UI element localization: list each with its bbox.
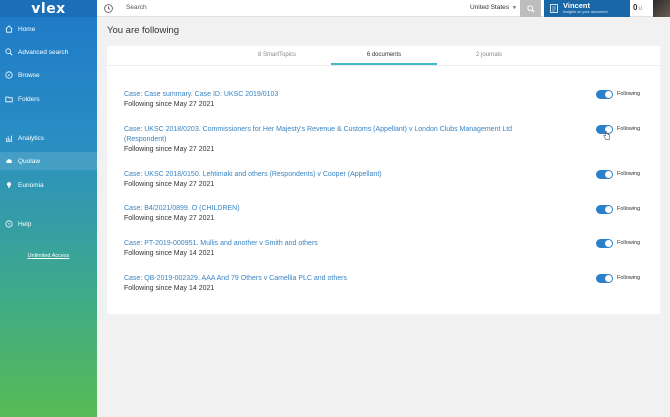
help-icon: ? <box>0 220 18 228</box>
user-menu[interactable]: Vincent Insights on your document <box>544 0 630 17</box>
following-toggle[interactable] <box>596 205 613 214</box>
following-since: Following since May 27 2021 <box>124 181 215 188</box>
sidebar-item-advanced-search[interactable]: Advanced search <box>0 43 97 61</box>
search-input[interactable]: Search <box>126 4 147 11</box>
sidebar-item-home[interactable]: Home <box>0 20 97 38</box>
following-toggle[interactable] <box>596 170 613 179</box>
sidebar-item-help[interactable]: ? Help <box>0 215 97 233</box>
following-label: Following <box>617 275 641 281</box>
home-icon <box>0 25 18 33</box>
sidebar: vlex Home Advanced search Browse Folders… <box>0 0 97 417</box>
compass-icon <box>0 71 18 79</box>
credits-value: 0 <box>633 3 638 12</box>
following-label: Following <box>617 91 641 97</box>
following-since: Following since May 27 2021 <box>124 101 215 108</box>
folder-icon <box>0 95 18 103</box>
analytics-icon <box>0 134 18 142</box>
sidebar-item-quolaw[interactable]: Quolaw <box>0 152 97 170</box>
document-link[interactable]: Case: UKSC 2018/0203. Commissioners for … <box>124 125 554 145</box>
document-icon <box>550 4 558 13</box>
sidebar-item-label: Browse <box>18 71 40 79</box>
bulb-icon <box>0 181 18 189</box>
search-icon <box>0 48 18 56</box>
following-toggle[interactable] <box>596 239 613 248</box>
following-since: Following since May 27 2021 <box>124 146 215 153</box>
following-toggle[interactable] <box>596 274 613 283</box>
vlex-logo[interactable]: vlex <box>0 0 97 17</box>
tabs-divider <box>107 65 660 66</box>
document-link[interactable]: Case: Case summary. Case ID: UKSC 2019/0… <box>124 90 554 100</box>
hand-cursor-icon <box>603 131 610 140</box>
sidebar-item-label: Quolaw <box>18 157 41 165</box>
search-icon <box>526 4 535 13</box>
chevron-down-icon: ▼ <box>512 5 517 11</box>
document-link[interactable]: Case: QB-2019-002329. AAA And 79 Others … <box>124 274 554 284</box>
tab-journals[interactable]: 2 journals <box>449 52 529 58</box>
sidebar-item-label: Folders <box>18 95 40 103</box>
following-label: Following <box>617 240 641 246</box>
sidebar-item-browse[interactable]: Browse <box>0 66 97 84</box>
following-card: 8 SmartTopics 6 documents 2 journals Cas… <box>107 46 660 314</box>
credits-counter[interactable]: 0U <box>633 3 642 12</box>
user-name: Vincent <box>563 1 590 10</box>
sidebar-item-folders[interactable]: Folders <box>0 90 97 108</box>
user-subtitle: Insights on your document <box>563 10 608 14</box>
unlimited-access-link[interactable]: Unlimited Access <box>0 253 97 259</box>
sidebar-item-eunomia[interactable]: Eunomia <box>0 176 97 194</box>
following-label: Following <box>617 206 641 212</box>
country-select[interactable]: United States ▼ <box>470 4 517 11</box>
sidebar-item-label: Analytics <box>18 134 45 142</box>
following-since: Following since May 14 2021 <box>124 285 215 292</box>
sidebar-item-label: Home <box>18 25 36 33</box>
sidebar-item-analytics[interactable]: Analytics <box>0 129 97 147</box>
history-icon[interactable] <box>103 3 114 14</box>
following-label: Following <box>617 126 641 132</box>
following-label: Following <box>617 171 641 177</box>
svg-text:?: ? <box>8 222 11 228</box>
sidebar-item-label: Eunomia <box>18 181 44 189</box>
active-tab-indicator <box>331 63 437 65</box>
sidebar-item-label: Advanced search <box>18 48 69 56</box>
following-since: Following since May 27 2021 <box>124 215 215 222</box>
following-since: Following since May 14 2021 <box>124 250 215 257</box>
following-toggle[interactable] <box>596 90 613 99</box>
credits-unit: U <box>638 6 643 12</box>
country-value: United States <box>470 4 510 11</box>
top-bar: Search United States ▼ Vincent Insights o… <box>97 0 670 17</box>
document-link[interactable]: Case: PT-2019-000951. Mullis and another… <box>124 239 554 249</box>
cloud-icon <box>0 157 18 165</box>
avatar[interactable] <box>653 0 670 17</box>
document-link[interactable]: Case: B4/2021/0899. O (CHILDREN) <box>124 204 554 214</box>
page-title: You are following <box>107 25 180 36</box>
sidebar-item-label: Help <box>18 220 32 228</box>
tab-smarttopics[interactable]: 8 SmartTopics <box>237 52 317 58</box>
tab-documents[interactable]: 6 documents <box>344 52 424 58</box>
search-button[interactable] <box>520 0 541 17</box>
document-link[interactable]: Case: UKSC 2018/0150. Lehtimaki and othe… <box>124 170 554 180</box>
